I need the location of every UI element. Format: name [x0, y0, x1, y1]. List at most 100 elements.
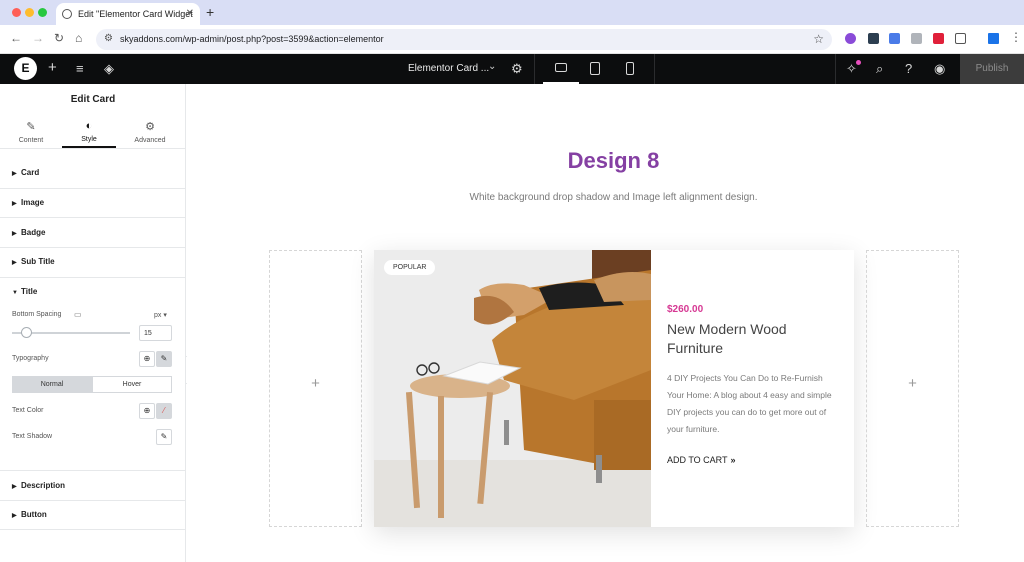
layers-icon[interactable]: ◈ [104, 61, 114, 77]
product-card[interactable]: POPULAR $260.00 New Modern Wood Furnitur… [374, 250, 854, 527]
reload-icon[interactable]: ↻ [54, 31, 64, 45]
desktop-view-button[interactable] [543, 54, 579, 84]
section-sub-title[interactable]: ▶ Sub Title [12, 257, 55, 266]
gear-icon[interactable]: ⚙ [511, 61, 523, 77]
divider [0, 500, 186, 501]
unit-select[interactable]: px ▾ [154, 311, 167, 319]
divider [0, 148, 186, 149]
bookmark-star-icon[interactable]: ☆ [813, 32, 824, 46]
section-badge[interactable]: ▶ Badge [12, 228, 45, 237]
section-label: Card [21, 168, 40, 177]
notification-dot [856, 60, 861, 65]
caret-right-icon: ▶ [12, 513, 17, 519]
card-title[interactable]: New Modern Wood Furniture [667, 320, 837, 358]
menu-dots-icon[interactable]: ⋮ [1010, 30, 1022, 44]
section-label: Title [21, 287, 38, 296]
add-widget-icon[interactable]: + [867, 375, 958, 392]
omnibox[interactable]: ⚙ skyaddons.com/wp-admin/post.php?post=3… [96, 29, 832, 50]
mobile-icon [626, 62, 634, 75]
section-heading[interactable]: Design 8 [187, 148, 1024, 174]
browser-tab[interactable]: Edit "Elementor Card Widget ✕ [56, 3, 200, 25]
divider [0, 247, 186, 248]
site-settings-icon[interactable]: ⚙ [104, 33, 113, 44]
divider [654, 54, 655, 84]
normal-tab[interactable]: Normal [12, 376, 92, 393]
panel-title: Edit Card [70, 94, 116, 105]
popular-badge: POPULAR [384, 260, 436, 275]
tab-label: Style [81, 136, 97, 143]
shield-icon[interactable] [868, 33, 879, 44]
window-close-button[interactable] [12, 8, 21, 17]
globe-icon[interactable]: ⊕ [139, 403, 155, 419]
elementor-logo-icon[interactable]: E [14, 57, 37, 80]
desktop-icon[interactable]: ▭ [74, 310, 82, 319]
empty-column[interactable]: + [269, 250, 362, 527]
tab-content[interactable]: ✎ Content [3, 120, 59, 144]
tablet-view-button[interactable] [577, 54, 613, 84]
empty-column[interactable]: + [866, 250, 959, 527]
section-label: Badge [21, 228, 46, 237]
gear-icon: ⚙ [145, 121, 155, 133]
divider [0, 529, 186, 530]
caret-right-icon: ▶ [12, 484, 17, 490]
puzzle-icon[interactable] [955, 33, 966, 44]
tab-title: Edit "Elementor Card Widget [78, 9, 193, 19]
divider [0, 470, 186, 471]
caret-right-icon: ▶ [12, 260, 17, 266]
preview-eye-icon[interactable]: ◉ [934, 61, 945, 77]
globe-icon[interactable]: ⊕ [139, 351, 155, 367]
card-price: $260.00 [667, 304, 704, 315]
editor-canvas: Design 8 White background drop shadow an… [187, 84, 1024, 562]
publish-button[interactable]: Publish [960, 54, 1024, 84]
section-subheading[interactable]: White background drop shadow and Image l… [187, 192, 1024, 203]
color-picker-swatch[interactable]: ⁄ [156, 403, 172, 419]
divider [835, 54, 836, 84]
section-card[interactable]: ▶ Card [12, 168, 39, 177]
bottom-spacing-input[interactable]: 15 [139, 325, 172, 341]
close-icon[interactable]: ✕ [186, 8, 194, 19]
url-text: skyaddons.com/wp-admin/post.php?post=359… [120, 34, 384, 44]
document-title[interactable]: Elementor Card ... [408, 63, 489, 74]
home-icon[interactable]: ⌂ [75, 31, 82, 45]
new-tab-button[interactable]: + [206, 4, 214, 20]
caret-right-icon: ▶ [12, 171, 17, 177]
pencil-icon[interactable]: ✎ [156, 429, 172, 445]
section-button[interactable]: ▶ Button [12, 510, 47, 519]
hover-tab[interactable]: Hover [92, 376, 172, 393]
caret-right-icon: ▶ [12, 201, 17, 207]
slider-handle[interactable] [21, 327, 33, 338]
add-widget-icon[interactable]: + [270, 375, 361, 392]
tablet-icon [590, 62, 600, 75]
window-zoom-button[interactable] [38, 8, 47, 17]
download-icon[interactable] [988, 33, 999, 44]
globe-icon [62, 9, 72, 19]
extension-icon[interactable] [911, 33, 922, 44]
typography-label: Typography [12, 355, 49, 362]
translate-icon[interactable] [889, 33, 900, 44]
screen: Edit "Elementor Card Widget ✕ + ← → ↻ ⌂ … [0, 0, 1024, 562]
card-description: 4 DIY Projects You Can Do to Re-Furnish … [667, 373, 832, 434]
add-element-icon[interactable]: + [48, 59, 57, 76]
tab-style[interactable]: ◐ Style [61, 120, 117, 143]
add-to-cart-button[interactable]: ADD TO CART» [667, 455, 736, 465]
section-description[interactable]: ▶ Description [12, 481, 65, 490]
help-icon[interactable]: ? [905, 61, 912, 76]
section-title[interactable]: ▼ Title [12, 287, 37, 296]
extension-icon[interactable] [933, 33, 944, 44]
section-image[interactable]: ▶ Image [12, 198, 44, 207]
search-icon[interactable]: ⌕ [876, 61, 883, 77]
forward-icon[interactable]: → [32, 31, 44, 45]
settings-sliders-icon[interactable]: ≡ [76, 61, 84, 76]
extension-icon[interactable] [845, 33, 856, 44]
chevron-down-icon[interactable]: ⌄ [488, 61, 496, 72]
caret-right-icon: ▶ [12, 231, 17, 237]
tab-label: Content [18, 137, 44, 144]
tab-label: Advanced [134, 137, 166, 144]
window-minimize-button[interactable] [25, 8, 34, 17]
divider [0, 188, 186, 189]
tab-advanced[interactable]: ⚙ Advanced [122, 120, 178, 144]
mobile-view-button[interactable] [612, 54, 648, 84]
back-icon[interactable]: ← [10, 31, 22, 45]
divider [0, 277, 186, 278]
pencil-icon[interactable]: ✎ [156, 351, 172, 367]
